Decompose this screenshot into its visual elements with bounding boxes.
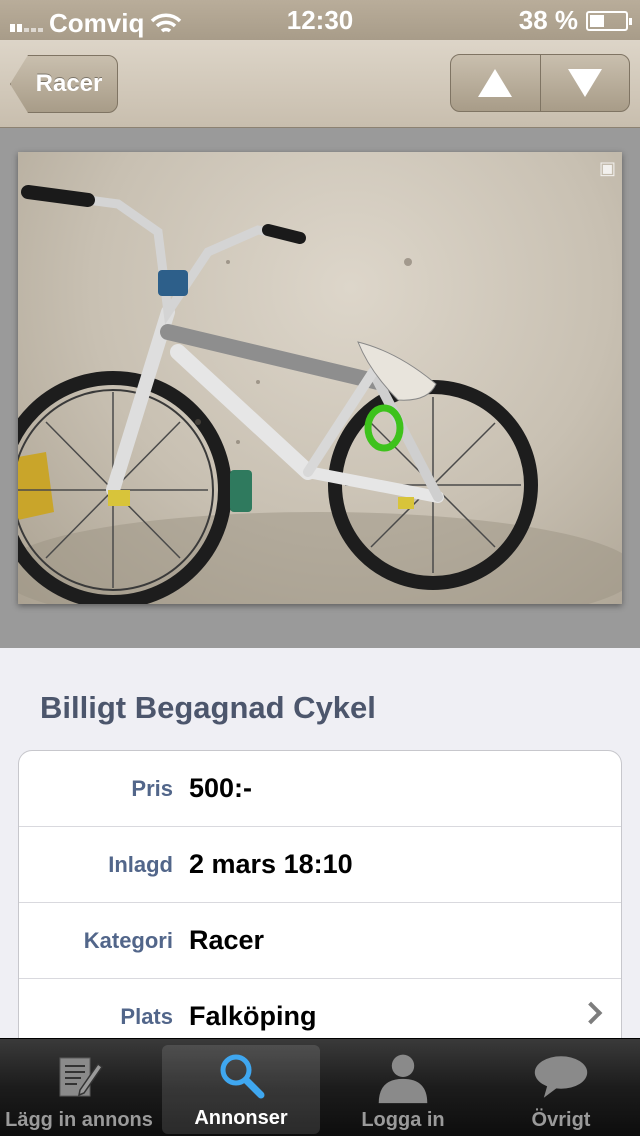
table-row-posted: Inlagd 2 mars 18:10 — [19, 827, 621, 903]
prev-next-control — [450, 54, 630, 112]
row-label: Kategori — [83, 927, 173, 953]
chevron-right-icon — [579, 1001, 603, 1025]
compose-icon — [51, 1049, 107, 1105]
tab-label: Övrigt — [531, 1109, 591, 1131]
row-label: Plats — [120, 1003, 173, 1029]
row-value: Racer — [189, 925, 265, 955]
row-label: Inlagd — [108, 851, 173, 877]
tab-label: Lägg in annons — [5, 1109, 153, 1131]
status-bar: Comviq 12:30 38 % — [0, 0, 640, 40]
photo-area: ▣ — [0, 128, 640, 648]
chat-bubble-icon — [533, 1049, 589, 1105]
bicycle-image — [18, 185, 622, 604]
details-table: Pris 500:- Inlagd 2 mars 18:10 Kategori … — [18, 750, 622, 1056]
tab-listings[interactable]: Annonser — [162, 1045, 320, 1134]
back-button[interactable]: Racer — [10, 55, 118, 113]
battery-status: 38 % — [518, 5, 632, 36]
row-value: 2 mars 18:10 — [189, 849, 353, 879]
row-value: Falköping — [189, 1001, 317, 1031]
tab-other[interactable]: Övrigt — [482, 1039, 640, 1136]
tab-login[interactable]: Logga in — [324, 1039, 482, 1136]
tab-label: Annonser — [194, 1107, 288, 1129]
user-icon — [375, 1049, 431, 1105]
table-row-price: Pris 500:- — [19, 751, 621, 827]
next-button[interactable] — [539, 55, 630, 111]
arrow-down-icon — [567, 69, 602, 97]
table-row-category: Kategori Racer — [19, 903, 621, 979]
arrow-up-icon — [478, 69, 513, 97]
tab-post-ad[interactable]: Lägg in annons — [0, 1039, 158, 1136]
listing-title: Billigt Begagnad Cykel — [40, 690, 376, 725]
battery-icon — [586, 10, 632, 31]
back-button-label: Racer — [35, 70, 103, 97]
listing-photo[interactable]: ▣ — [18, 152, 622, 604]
previous-button[interactable] — [451, 55, 540, 111]
camera-icon: ▣ — [598, 158, 616, 178]
tab-label: Logga in — [361, 1109, 445, 1131]
row-label: Pris — [131, 775, 173, 801]
navigation-bar: Racer — [0, 40, 640, 128]
tab-bar: Lägg in annons Annonser Logga in Övrigt — [0, 1038, 640, 1136]
search-icon — [213, 1047, 269, 1103]
row-value: 500:- — [189, 773, 253, 803]
battery-percent: 38 % — [518, 5, 578, 35]
